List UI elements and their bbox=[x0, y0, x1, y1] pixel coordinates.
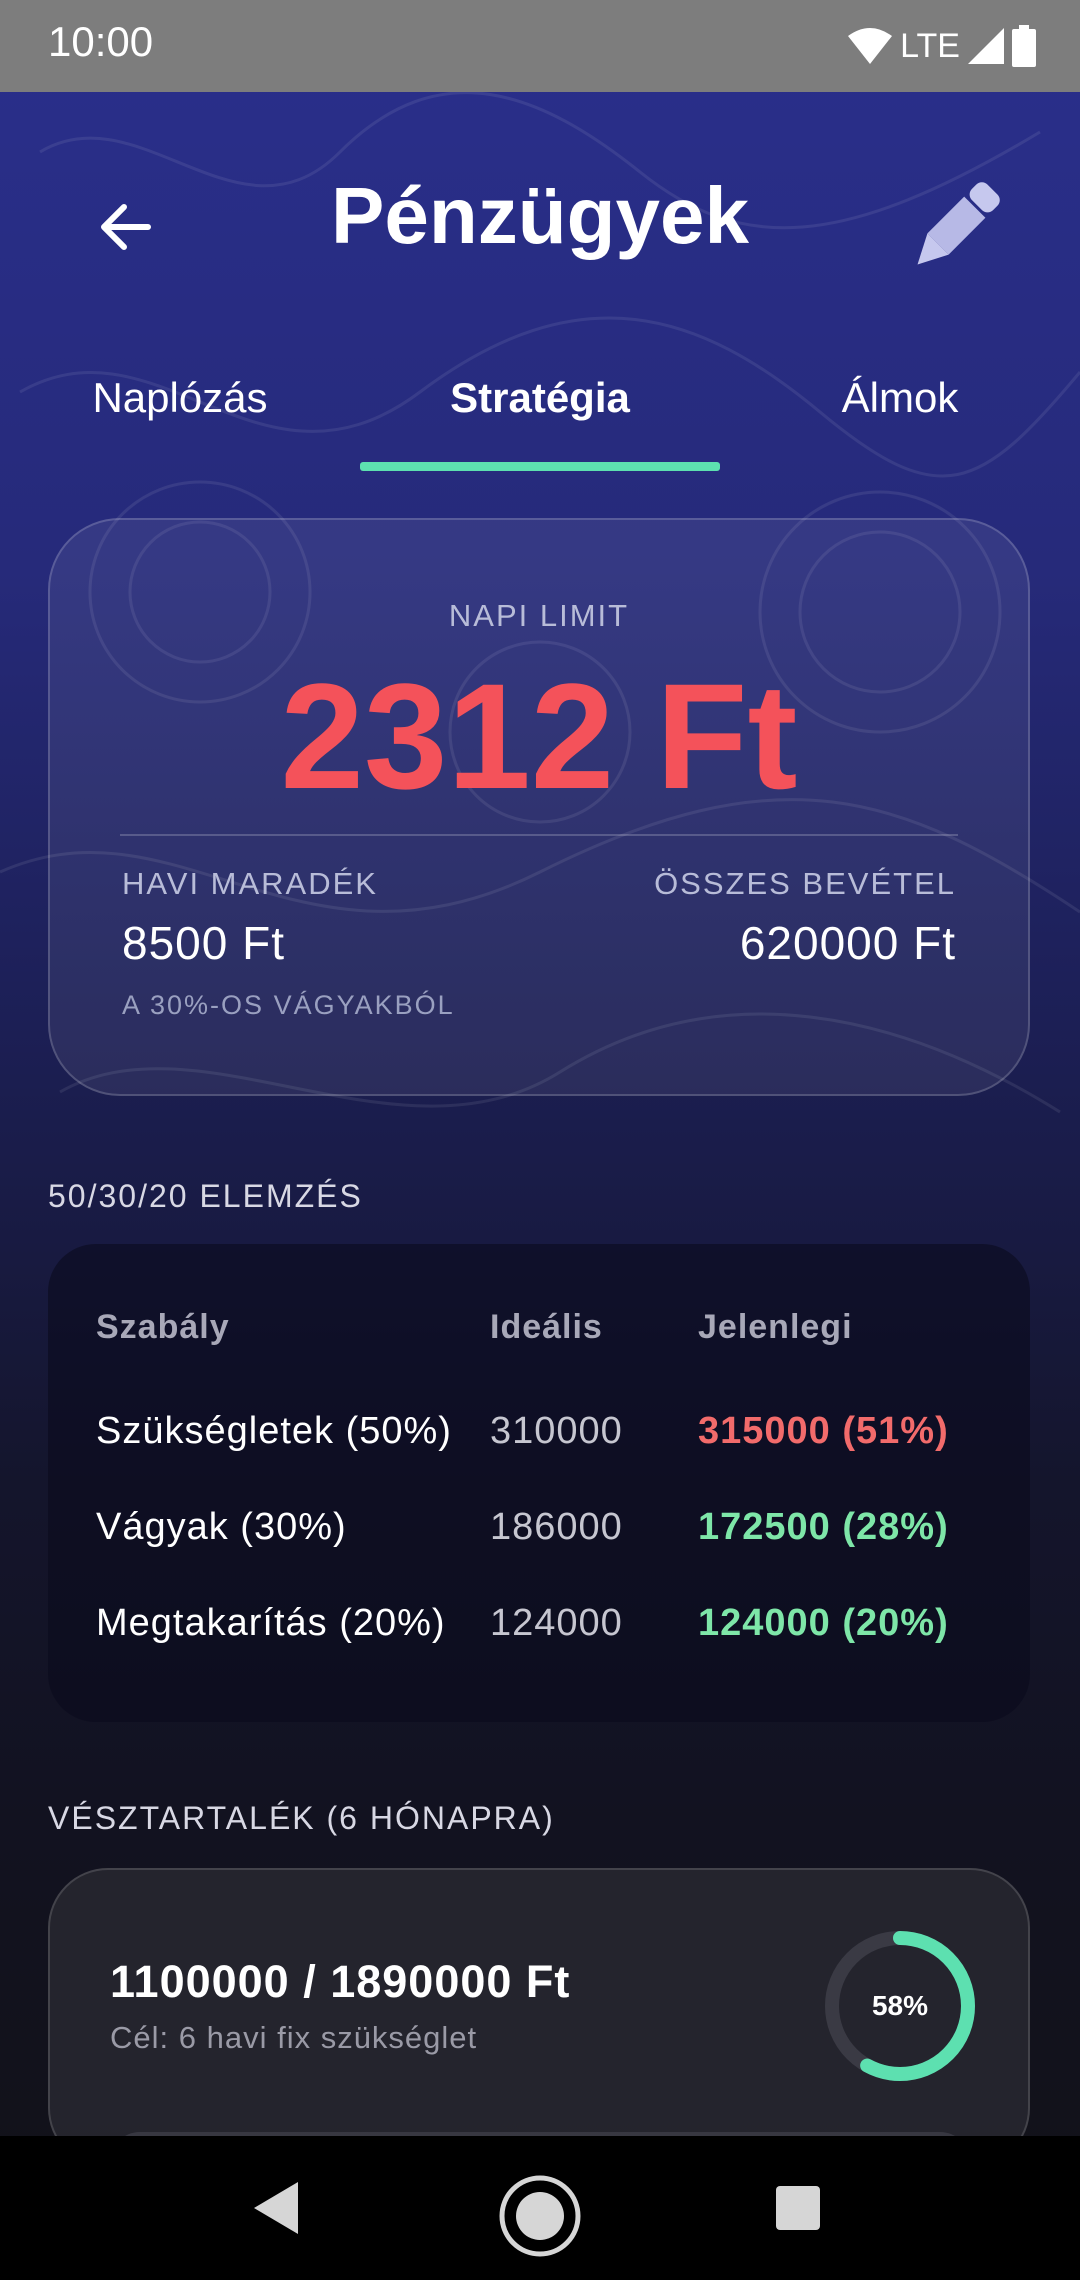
nav-back-icon[interactable] bbox=[250, 2180, 300, 2236]
system-nav-bar bbox=[0, 2136, 1080, 2280]
tab-strategia[interactable]: Stratégia bbox=[360, 374, 720, 422]
emergency-fund-card: 1100000 / 1890000 Ft Cél: 6 havi fix szü… bbox=[48, 1868, 1030, 2192]
edit-pencil-icon[interactable] bbox=[900, 172, 1010, 282]
monthly-remaining-value: 8500 Ft bbox=[122, 917, 285, 969]
nav-recents-icon[interactable] bbox=[776, 2186, 820, 2230]
app-screen: 10:00 LTE Pénzügyek Naplózás Stratégia Á… bbox=[0, 0, 1080, 2280]
row-ideal: 124000 bbox=[490, 1602, 623, 1644]
daily-limit-value: 2312 Ft bbox=[280, 652, 798, 820]
emergency-fund-value: 1100000 / 1890000 Ft bbox=[110, 1956, 571, 2007]
app-header: Pénzügyek bbox=[0, 150, 1080, 290]
emergency-section-title: VÉSZTARTALÉK (6 HÓNAPRA) bbox=[48, 1800, 555, 1836]
row-ideal: 310000 bbox=[490, 1410, 623, 1452]
progress-label: 58% bbox=[871, 1990, 929, 2021]
wifi-icon bbox=[848, 28, 893, 64]
status-time: 10:00 bbox=[48, 18, 154, 65]
row-current: 315000 (51%) bbox=[698, 1410, 949, 1452]
total-income-value: 620000 Ft bbox=[739, 917, 956, 969]
card-divider bbox=[120, 834, 958, 836]
row-ideal: 186000 bbox=[490, 1506, 623, 1548]
total-income-label: ÖSSZES BEVÉTEL bbox=[654, 866, 956, 901]
row-current: 124000 (20%) bbox=[698, 1602, 949, 1644]
row-rule: Megtakarítás (20%) bbox=[96, 1602, 446, 1644]
header-rule: Szabály bbox=[96, 1308, 230, 1346]
tab-almok[interactable]: Álmok bbox=[800, 374, 1000, 422]
nav-home-icon[interactable] bbox=[498, 2174, 582, 2258]
daily-limit-card: NAPI LIMIT 2312 Ft HAVI MARADÉK 8500 Ft … bbox=[48, 518, 1030, 1096]
status-bar: 10:00 LTE bbox=[0, 0, 1080, 92]
status-icons: LTE bbox=[846, 22, 1036, 70]
row-rule: Szükségletek (50%) bbox=[96, 1410, 452, 1452]
analysis-table: Szabály Ideális Jelenlegi Szükségletek (… bbox=[48, 1244, 1030, 1722]
active-tab-indicator bbox=[360, 462, 720, 471]
row-rule: Vágyak (30%) bbox=[96, 1506, 347, 1548]
row-current: 172500 (28%) bbox=[698, 1506, 949, 1548]
daily-limit-label: NAPI LIMIT bbox=[448, 598, 630, 633]
tab-bar: Naplózás Stratégia Álmok bbox=[0, 360, 1080, 472]
tab-naplozas[interactable]: Naplózás bbox=[60, 374, 300, 422]
battery-icon bbox=[1012, 25, 1036, 67]
monthly-remaining-note: A 30%-OS VÁGYAKBÓL bbox=[122, 990, 455, 1020]
monthly-remaining-label: HAVI MARADÉK bbox=[122, 866, 378, 901]
emergency-fund-goal: Cél: 6 havi fix szükséglet bbox=[110, 2020, 478, 2055]
signal-icon bbox=[968, 28, 1004, 64]
analysis-section-title: 50/30/20 ELEMZÉS bbox=[48, 1178, 363, 1214]
header-ideal: Ideális bbox=[490, 1308, 603, 1346]
header-current: Jelenlegi bbox=[698, 1308, 853, 1346]
network-type: LTE bbox=[900, 26, 960, 65]
